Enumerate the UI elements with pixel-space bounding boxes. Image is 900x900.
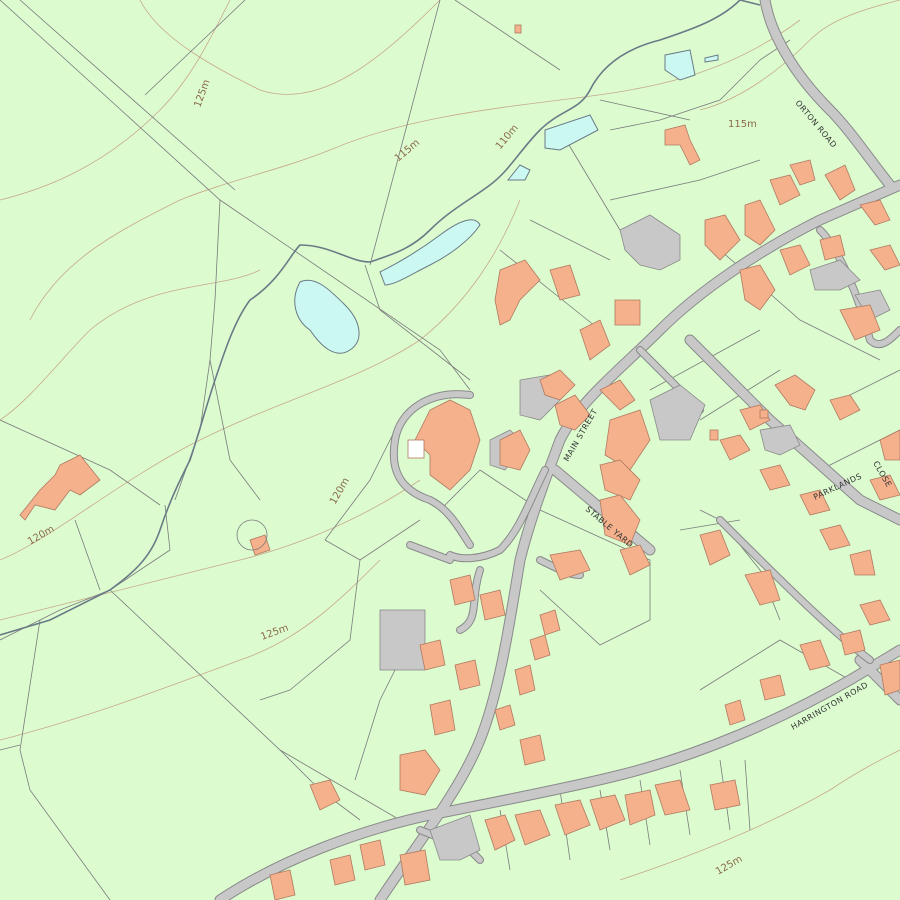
contour-label: 115m — [728, 119, 757, 130]
os-map[interactable]: 125m 115m 110m 115m 120m 120m 125m 125m … — [0, 0, 900, 900]
